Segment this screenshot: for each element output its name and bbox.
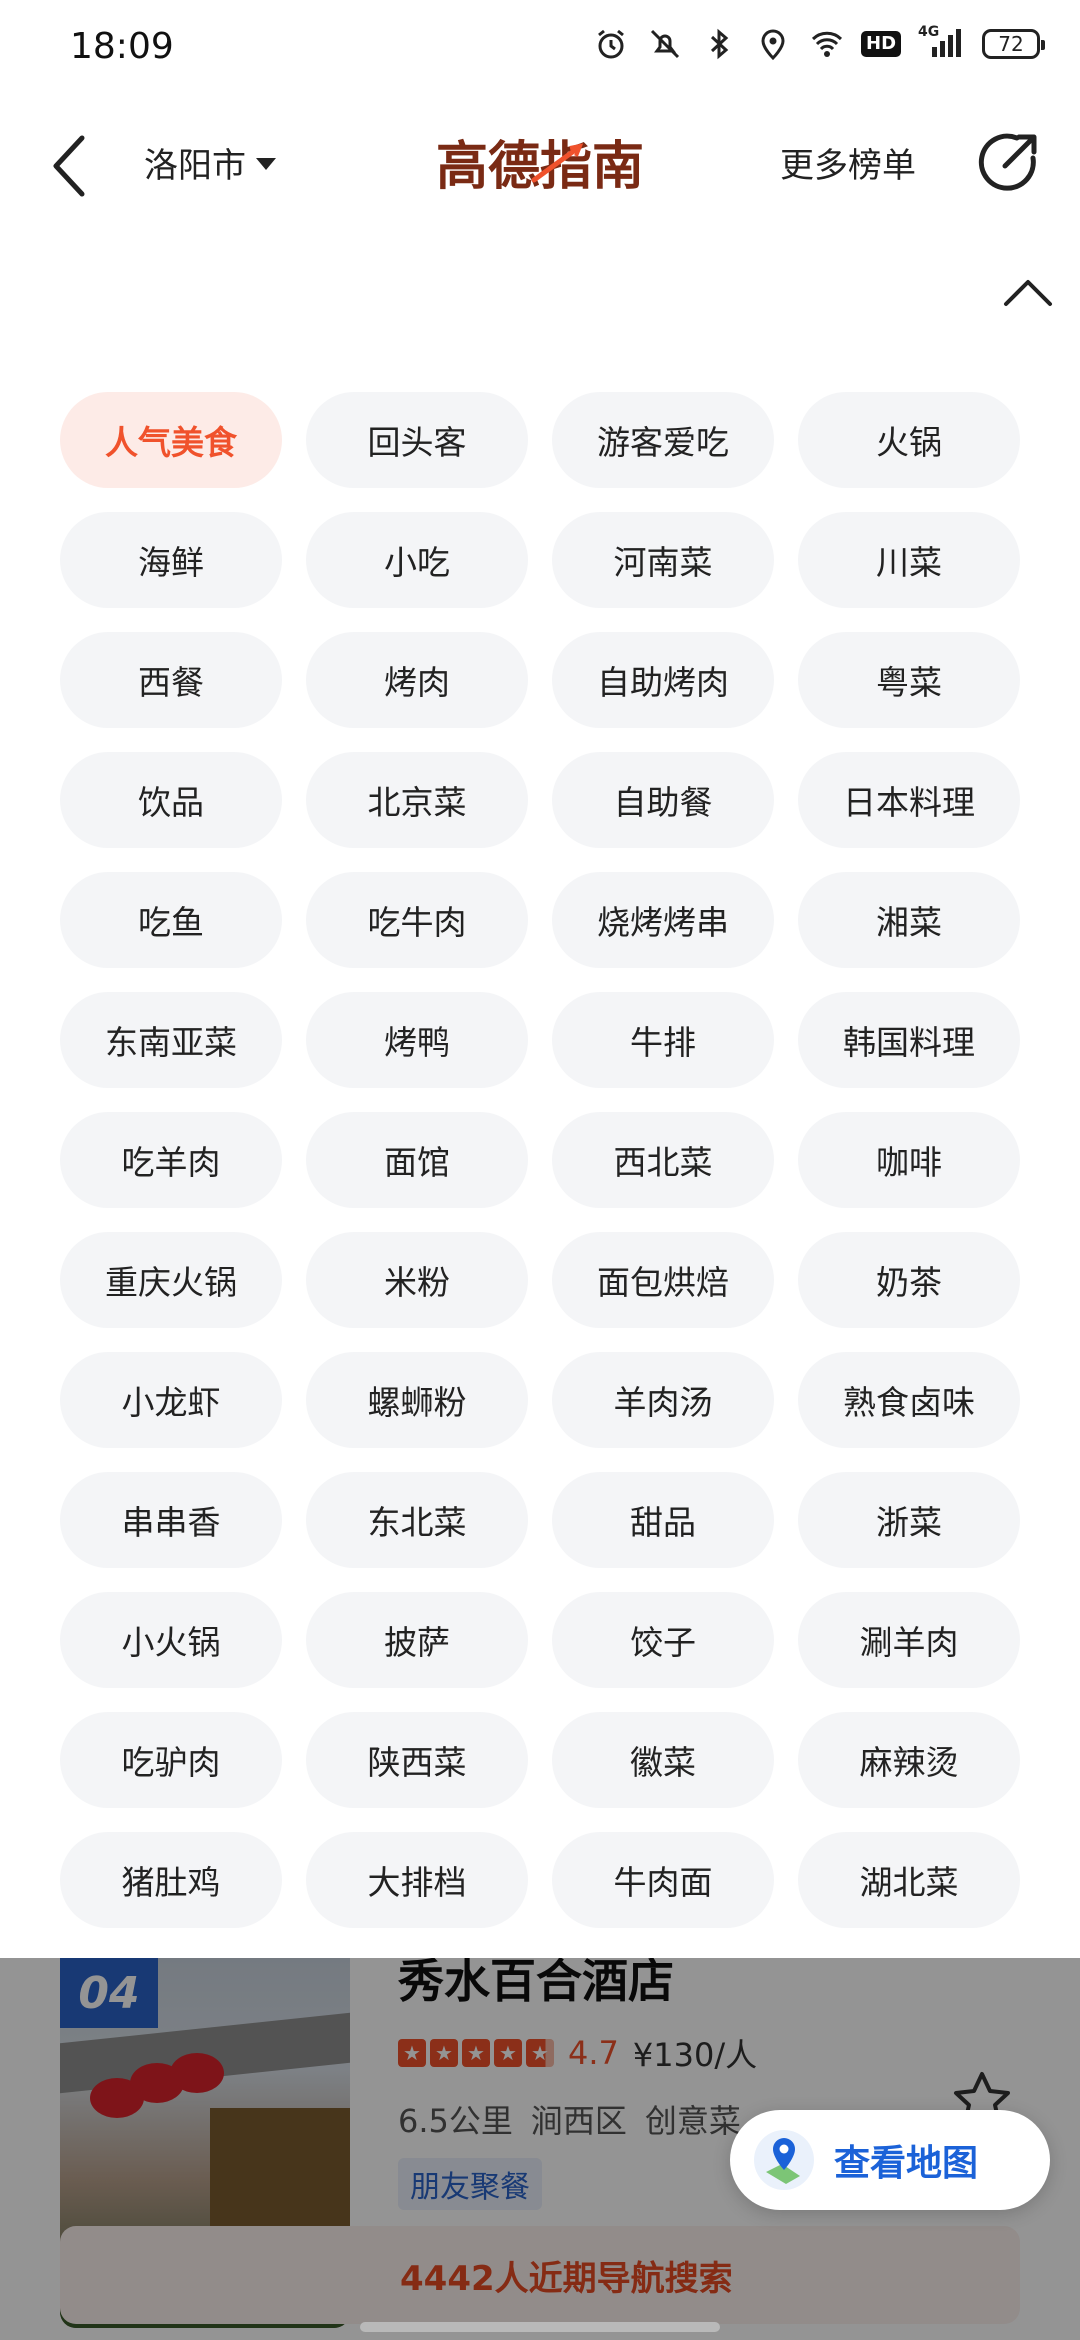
category-pill[interactable]: 韩国料理 <box>798 992 1020 1088</box>
category-pill[interactable]: 西北菜 <box>552 1112 774 1208</box>
nav-bar: 洛阳市 高德指南 更多榜单 <box>0 110 1080 220</box>
battery-level: 72 <box>998 32 1024 56</box>
chevron-left-icon <box>53 135 85 197</box>
category-pill[interactable]: 吃牛肉 <box>306 872 528 968</box>
status-icons: HD 4G 72 <box>594 24 1045 64</box>
category-pill[interactable]: 西餐 <box>60 632 282 728</box>
category-pill[interactable]: 湘菜 <box>798 872 1020 968</box>
category-pill[interactable]: 小龙虾 <box>60 1352 282 1448</box>
category-pill[interactable]: 烤鸭 <box>306 992 528 1088</box>
view-map-button[interactable]: 查看地图 <box>730 2110 1050 2210</box>
bluetooth-icon <box>702 24 736 64</box>
logo-text: 高德指南 <box>436 137 644 197</box>
category-pill[interactable]: 徽菜 <box>552 1712 774 1808</box>
category-pill[interactable]: 大排档 <box>306 1832 528 1928</box>
category-pill[interactable]: 牛排 <box>552 992 774 1088</box>
location-icon <box>756 24 790 64</box>
category-pill[interactable]: 吃羊肉 <box>60 1112 282 1208</box>
map-pin-icon <box>754 2130 814 2190</box>
category-pill[interactable]: 川菜 <box>798 512 1020 608</box>
city-selector[interactable]: 洛阳市 <box>144 138 276 187</box>
category-pill[interactable]: 粤菜 <box>798 632 1020 728</box>
alarm-icon <box>594 24 628 64</box>
category-pill[interactable]: 烤肉 <box>306 632 528 728</box>
category-pill[interactable]: 猪肚鸡 <box>60 1832 282 1928</box>
category-pill[interactable]: 饮品 <box>60 752 282 848</box>
category-pill[interactable]: 浙菜 <box>798 1472 1020 1568</box>
category-pill[interactable]: 米粉 <box>306 1232 528 1328</box>
status-time: 18:09 <box>70 26 174 67</box>
city-label: 洛阳市 <box>144 146 246 186</box>
category-pill[interactable]: 麻辣烫 <box>798 1712 1020 1808</box>
category-pill[interactable]: 东南亚菜 <box>60 992 282 1088</box>
more-lists-link[interactable]: 更多榜单 <box>780 138 916 187</box>
category-pill[interactable]: 奶茶 <box>798 1232 1020 1328</box>
category-pill[interactable]: 小吃 <box>306 512 528 608</box>
status-bar: 18:09 HD 4G 72 <box>0 0 1080 96</box>
category-pill[interactable]: 河南菜 <box>552 512 774 608</box>
share-button[interactable] <box>975 128 1045 198</box>
category-pill[interactable]: 海鲜 <box>60 512 282 608</box>
category-pill[interactable]: 涮羊肉 <box>798 1592 1020 1688</box>
category-pill[interactable]: 面馆 <box>306 1112 528 1208</box>
share-icon <box>978 133 1037 191</box>
category-pill[interactable]: 自助餐 <box>552 752 774 848</box>
chevron-up-icon <box>1004 280 1052 306</box>
category-pill[interactable]: 甜品 <box>552 1472 774 1568</box>
caret-down-icon <box>256 157 276 170</box>
category-pill[interactable]: 熟食卤味 <box>798 1352 1020 1448</box>
category-pill[interactable]: 面包烘焙 <box>552 1232 774 1328</box>
category-pill[interactable]: 烧烤烤串 <box>552 872 774 968</box>
view-map-label: 查看地图 <box>834 2143 979 2184</box>
category-pill[interactable]: 东北菜 <box>306 1472 528 1568</box>
network-type: 4G <box>918 24 940 40</box>
back-button[interactable] <box>40 126 100 206</box>
category-pill[interactable]: 北京菜 <box>306 752 528 848</box>
gaode-guide-logo: 高德指南 <box>436 137 644 197</box>
category-pill[interactable]: 湖北菜 <box>798 1832 1020 1928</box>
category-pill[interactable]: 日本料理 <box>798 752 1020 848</box>
wifi-icon <box>810 24 844 64</box>
category-pill[interactable]: 串串香 <box>60 1472 282 1568</box>
category-pill[interactable]: 回头客 <box>306 392 528 488</box>
category-pill[interactable]: 羊肉汤 <box>552 1352 774 1448</box>
hd-icon: HD <box>861 24 902 64</box>
category-pill[interactable]: 自助烤肉 <box>552 632 774 728</box>
category-pill[interactable]: 披萨 <box>306 1592 528 1688</box>
category-pill[interactable]: 牛肉面 <box>552 1832 774 1928</box>
category-pill[interactable]: 火锅 <box>798 392 1020 488</box>
category-pill[interactable]: 吃驴肉 <box>60 1712 282 1808</box>
collapse-button[interactable] <box>1000 272 1056 312</box>
category-pill[interactable]: 咖啡 <box>798 1112 1020 1208</box>
category-pill[interactable]: 陕西菜 <box>306 1712 528 1808</box>
signal-icon: 4G <box>918 24 962 64</box>
category-grid: 人气美食 回头客 游客爱吃 火锅海鲜 小吃 河南菜 川菜西餐 烤肉 自助烤肉 粤菜饮品 北京菜 自助餐… <box>60 392 1026 1928</box>
category-pill[interactable]: 游客爱吃 <box>552 392 774 488</box>
category-pill[interactable]: 吃鱼 <box>60 872 282 968</box>
category-pill[interactable]: 重庆火锅 <box>60 1232 282 1328</box>
battery-icon: 72 <box>982 29 1045 59</box>
category-pill[interactable]: 饺子 <box>552 1592 774 1688</box>
category-pill[interactable]: 小火锅 <box>60 1592 282 1688</box>
category-pill[interactable]: 人气美食 <box>60 392 282 488</box>
home-indicator[interactable] <box>360 2322 720 2332</box>
mute-icon <box>648 24 682 64</box>
category-pill[interactable]: 螺蛳粉 <box>306 1352 528 1448</box>
